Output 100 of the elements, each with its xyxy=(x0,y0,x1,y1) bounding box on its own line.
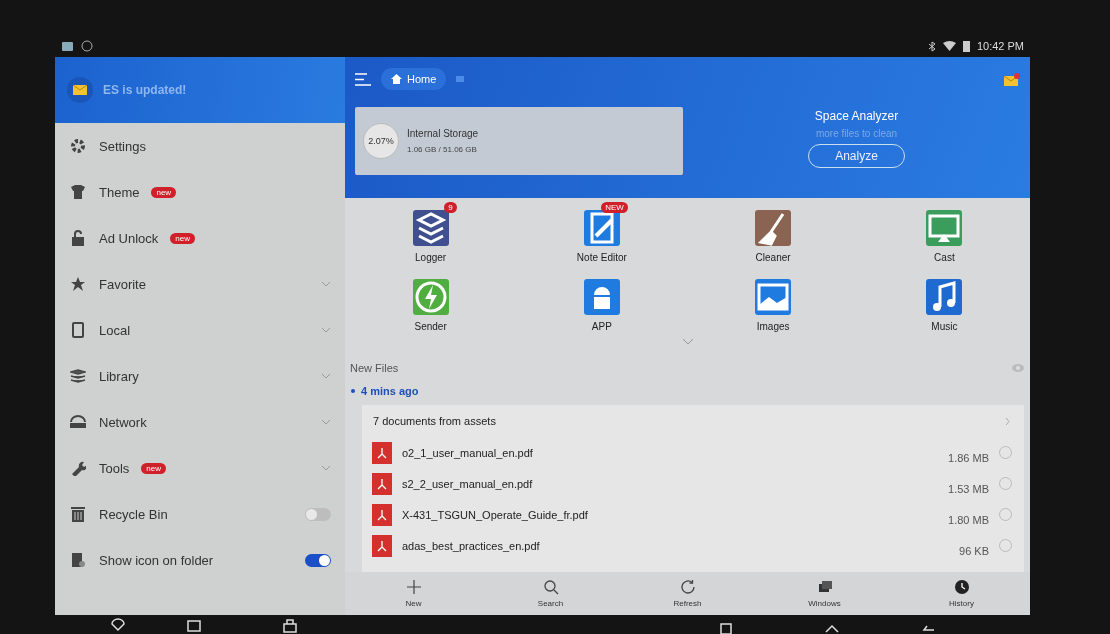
search-icon xyxy=(542,579,559,595)
broom-icon xyxy=(755,210,792,246)
count-badge: NEW xyxy=(601,202,628,213)
chevron-icon[interactable] xyxy=(321,419,331,425)
clock-time: 10:42 PM xyxy=(976,40,1024,52)
breadcrumb-button[interactable]: Home xyxy=(381,68,447,90)
clock-icon xyxy=(953,579,970,595)
tool-shortcut[interactable]: Cast xyxy=(858,201,1030,270)
shirt-icon xyxy=(70,184,86,200)
tool-shortcut[interactable]: NEW Note Editor xyxy=(516,201,688,270)
toolbar-button[interactable]: New xyxy=(383,579,444,608)
drawer-item-label: Ad Unlock xyxy=(99,230,159,246)
chevron-icon[interactable] xyxy=(681,338,694,345)
file-row[interactable]: o2_1_user_manual_en.pdf 1.86 MB xyxy=(362,437,1024,468)
drawer-item-label: Library xyxy=(99,368,139,384)
tool-label: Note Editor xyxy=(576,252,627,263)
tool-shortcut[interactable]: Images xyxy=(687,269,859,338)
image-icon[interactable] xyxy=(186,618,202,634)
mail-icon[interactable] xyxy=(1004,72,1020,86)
drawer-item-label: Theme xyxy=(99,184,140,200)
shape-icon[interactable] xyxy=(110,618,126,634)
lock-icon xyxy=(71,230,85,246)
storage-name: Internal Storage xyxy=(407,128,479,139)
file-name: s2_2_user_manual_en.pdf xyxy=(402,477,534,490)
pdf-file-icon xyxy=(372,503,392,526)
toolbar-button[interactable]: Search xyxy=(520,579,581,608)
toggle-switch[interactable] xyxy=(305,553,331,567)
toolbar-button[interactable]: Windows xyxy=(794,579,855,608)
drawer-item-label: Settings xyxy=(99,138,146,154)
gear-icon xyxy=(70,138,86,154)
chevron-icon[interactable] xyxy=(321,373,331,379)
chevron-icon[interactable] xyxy=(321,281,331,287)
tool-label: Logger xyxy=(415,252,447,263)
file-row[interactable]: X-431_TSGUN_Operate_Guide_fr.pdf 1.80 MB xyxy=(362,499,1024,530)
toolbar-button[interactable]: History xyxy=(931,579,992,608)
drawer-item-label: Local xyxy=(99,322,131,338)
home-icon xyxy=(391,74,402,84)
drawer-item[interactable]: Tools new xyxy=(55,445,345,491)
new-badge: new xyxy=(151,186,177,198)
drawer-item-label: Recycle Bin xyxy=(99,506,168,522)
chevron-icon[interactable] xyxy=(1005,416,1010,426)
stack-icon xyxy=(70,369,86,383)
drawer-item[interactable]: Network xyxy=(55,399,345,445)
file-name: X-431_TSGUN_Operate_Guide_fr.pdf xyxy=(402,508,589,521)
drawer-item[interactable]: Library xyxy=(55,353,345,399)
tool-shortcut[interactable]: Music xyxy=(858,269,1030,338)
usage-ring: 2.07% xyxy=(363,123,399,159)
pdf-file-icon xyxy=(372,534,392,557)
file-name: o2_1_user_manual_en.pdf xyxy=(402,446,534,459)
tool-label: Images xyxy=(756,320,790,332)
image-icon xyxy=(61,40,74,52)
chevron-icon[interactable] xyxy=(321,327,331,333)
tab-marker-icon xyxy=(456,76,465,82)
drawer-item[interactable]: Favorite xyxy=(55,261,345,307)
bolt-sync-icon xyxy=(412,278,449,315)
drawer-item[interactable]: Settings xyxy=(55,123,345,169)
file-size: 1.53 MB xyxy=(948,483,989,497)
drawer-item[interactable]: Recycle Bin xyxy=(55,491,345,537)
mail-icon xyxy=(67,77,93,103)
drawer-item-label: Favorite xyxy=(99,276,146,292)
chevron-icon[interactable] xyxy=(321,465,331,471)
analyzer-title: Space Analyzer xyxy=(814,109,899,123)
tool-shortcut[interactable]: Sender xyxy=(345,269,517,338)
toggle-switch[interactable] xyxy=(305,507,331,521)
drawer-item[interactable]: Show icon on folder xyxy=(55,537,345,583)
drawer-item[interactable]: Ad Unlock new xyxy=(55,215,345,261)
windows-icon xyxy=(816,579,833,595)
tool-shortcut[interactable]: Cleaner xyxy=(687,201,859,270)
tool-shortcut[interactable]: APP xyxy=(516,269,688,338)
tool-label: Music xyxy=(931,320,958,332)
drawer-item[interactable]: Theme new xyxy=(55,169,345,215)
tool-label: Cast xyxy=(934,252,955,263)
plus-icon xyxy=(405,579,422,595)
pdf-file-icon xyxy=(372,441,392,464)
tool-shortcut[interactable]: 9 Logger xyxy=(345,201,517,270)
trash-icon xyxy=(71,506,85,522)
file-row[interactable]: adas_best_practices_en.pdf 96 KB xyxy=(362,530,1024,561)
bluetooth-icon xyxy=(927,40,936,52)
wifi-icon xyxy=(942,41,956,51)
card-title: 7 documents from assets xyxy=(373,415,496,427)
tool-label: Cleaner xyxy=(755,252,791,263)
drawer-item-label: Show icon on folder xyxy=(99,552,214,568)
file-size: 96 KB xyxy=(959,545,989,559)
menu-icon[interactable] xyxy=(355,72,371,86)
layers-icon xyxy=(412,210,449,246)
time-label: 4 mins ago xyxy=(361,385,419,397)
router-icon xyxy=(69,415,87,429)
phone-icon xyxy=(72,322,84,338)
banner-text: ES is updated! xyxy=(103,83,187,97)
eye-icon[interactable] xyxy=(1012,364,1024,372)
star-icon xyxy=(70,276,86,292)
storage-usage: 1.06 GB / 51.06 GB xyxy=(407,145,478,154)
drawer-item[interactable]: Local xyxy=(55,307,345,353)
file-name: adas_best_practices_en.pdf xyxy=(402,539,541,552)
toolbar-button[interactable]: Refresh xyxy=(657,579,718,608)
timeline-dot xyxy=(351,389,355,393)
storage-card[interactable]: 2.07% Internal Storage 1.06 GB / 51.06 GB xyxy=(355,107,683,175)
tool-label: Sender xyxy=(414,320,447,332)
note-edit-icon xyxy=(583,210,620,246)
file-row[interactable]: s2_2_user_manual_en.pdf 1.53 MB xyxy=(362,468,1024,499)
